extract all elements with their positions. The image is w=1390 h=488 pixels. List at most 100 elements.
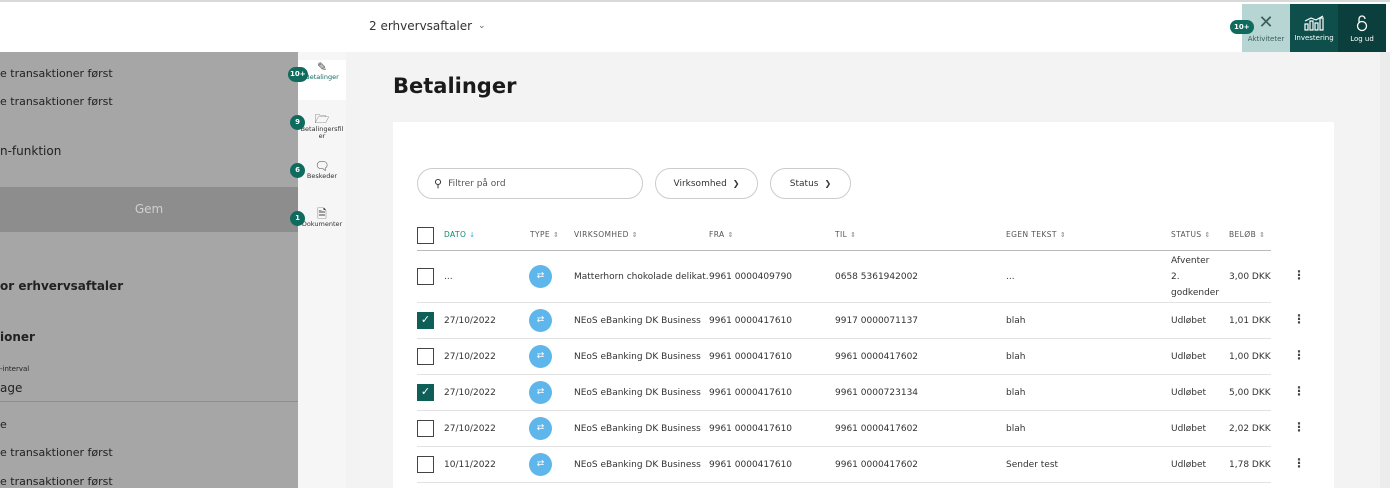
settings-line[interactable]: e [0, 418, 7, 431]
section-heading: ioner [0, 330, 35, 344]
rail-item-documents[interactable]: 🗎 Dokumenter [298, 207, 346, 237]
more-options-icon[interactable]: ⋮ [1293, 384, 1305, 398]
settings-line[interactable]: e transaktioner først [0, 446, 113, 459]
cell-date: 10/11/2022 [444, 460, 496, 470]
cell-to: 9961 0000417602 [835, 352, 919, 362]
cell-own-text: blah [1006, 352, 1026, 362]
settings-line[interactable]: e transaktioner først [0, 95, 113, 108]
section-heading: or erhvervsaftaler [0, 279, 124, 293]
row-checkbox[interactable]: ✓ [417, 312, 434, 329]
header-type[interactable]: TYPE ⇕ [530, 230, 559, 239]
divider [0, 401, 298, 402]
cell-company: NEoS eBanking DK Business [574, 424, 701, 434]
top-actions: 10+ ✕ Aktiviteter Investering Log ud [1230, 4, 1386, 52]
more-options-icon[interactable]: ⋮ [1293, 268, 1305, 282]
header-company[interactable]: VIRKSOMHED ⇕ [574, 230, 638, 239]
cell-status: Udløbet [1171, 460, 1207, 470]
cell-status: Udløbet [1171, 424, 1207, 434]
cell-own-text: blah [1006, 316, 1026, 326]
header-amount[interactable]: BELØB ⇕ [1229, 230, 1265, 239]
sort-icon: ⇕ [1204, 231, 1211, 239]
table-row[interactable]: 10/11/2022 ⇄ NEoS eBanking DK Business 9… [417, 447, 1305, 483]
logout-button[interactable]: Log ud [1338, 4, 1386, 52]
cell-to: 9917 0000071137 [835, 316, 919, 326]
page-scrollbar[interactable] [1380, 52, 1390, 488]
more-options-icon[interactable]: ⋮ [1293, 420, 1305, 434]
more-options-icon[interactable]: ⋮ [1293, 456, 1305, 470]
cell-date: 27/10/2022 [444, 352, 496, 362]
investing-button[interactable]: Investering [1290, 4, 1338, 52]
header-date[interactable]: DATO ↓ [444, 230, 476, 239]
cell-amount: 5,00 DKK [1229, 388, 1271, 398]
transfer-icon: ⇄ [529, 453, 552, 476]
top-bar: 2 erhvervsaftaler ⌄ 10+ ✕ Aktiviteter In… [0, 0, 1390, 52]
header-to[interactable]: TIL ⇕ [835, 230, 856, 239]
activities-badge: 10+ [1230, 20, 1254, 34]
transfer-icon: ⇄ [529, 381, 552, 404]
activities-button[interactable]: 10+ ✕ Aktiviteter [1230, 4, 1290, 52]
row-checkbox[interactable] [417, 268, 434, 285]
sort-icon: ⇕ [553, 231, 560, 239]
table-row[interactable]: 27/10/2022 ⇄ NEoS eBanking DK Business 9… [417, 411, 1305, 447]
side-rail: ✎ Betalinger 10+ 🗁 Betalingersfil er 9 🗨… [288, 52, 346, 488]
select-all-checkbox[interactable] [417, 227, 434, 244]
messages-badge: 6 [290, 163, 305, 178]
header-from[interactable]: FRA ⇕ [709, 230, 734, 239]
cell-own-text: blah [1006, 388, 1026, 398]
interval-value[interactable]: age [0, 381, 22, 395]
row-checkbox[interactable] [417, 456, 434, 473]
cell-from: 9961 0000417610 [709, 352, 793, 362]
settings-panel: e transaktioner først e transaktioner fø… [0, 52, 298, 488]
interval-label: -interval [0, 365, 30, 373]
cell-amount: 1,78 DKK [1229, 460, 1271, 470]
logout-label: Log ud [1350, 34, 1374, 43]
status-line: Afventer [1171, 256, 1210, 266]
payments-card: ⚲ Filtrer på ord Virksomhed ❯ Status ❯ D… [393, 122, 1334, 488]
cell-status: Udløbet [1171, 352, 1207, 362]
agreement-selector[interactable]: 2 erhvervsaftaler ⌄ [369, 19, 486, 33]
transfer-icon: ⇄ [529, 417, 552, 440]
cell-from: 9961 0000417610 [709, 424, 793, 434]
cell-to: 9961 0000723134 [835, 388, 919, 398]
status-filter-label: Status [789, 178, 819, 189]
header-own-text[interactable]: EGEN TEKST ⇕ [1006, 230, 1066, 239]
row-checkbox[interactable]: ✓ [417, 384, 434, 401]
page-title: Betalinger [393, 74, 517, 98]
cell-amount: 1,00 DKK [1229, 352, 1271, 362]
chevron-down-icon: ⌄ [478, 21, 486, 31]
row-checkbox[interactable] [417, 348, 434, 365]
company-filter[interactable]: Virksomhed ❯ [655, 168, 758, 199]
cell-to: 9961 0000417602 [835, 424, 919, 434]
row-checkbox[interactable] [417, 420, 434, 437]
sort-icon: ⇕ [631, 231, 639, 239]
table-row[interactable]: ✓ 27/10/2022 ⇄ NEoS eBanking DK Business… [417, 303, 1305, 339]
sort-icon: ⇕ [1259, 231, 1266, 239]
header-status[interactable]: STATUS ⇕ [1171, 230, 1211, 239]
cell-from: 9961 0000409790 [709, 272, 793, 282]
settings-line[interactable]: n-funktion [0, 144, 61, 158]
cell-company: NEoS eBanking DK Business [574, 388, 701, 398]
documents-badge: 1 [290, 211, 305, 226]
cell-from: 9961 0000417610 [709, 388, 793, 398]
table-row[interactable]: 27/10/2022 ⇄ NEoS eBanking DK Business 9… [417, 339, 1305, 375]
search-input[interactable]: ⚲ Filtrer på ord [417, 168, 643, 199]
table-row[interactable]: ... ⇄ Matterhorn chokolade delikat... 99… [417, 251, 1305, 303]
settings-line[interactable]: e transaktioner først [0, 475, 113, 488]
company-filter-label: Virksomhed [673, 178, 727, 189]
activities-label: Aktiviteter [1247, 34, 1285, 43]
save-button[interactable]: Gem [0, 187, 298, 232]
cell-from: 9961 0000417610 [709, 316, 793, 326]
document-icon: 🗎 [317, 207, 327, 221]
more-options-icon[interactable]: ⋮ [1293, 348, 1305, 362]
rail-item-payment-files[interactable]: 🗁 Betalingersfil er [298, 112, 346, 148]
status-line: 2. [1171, 272, 1180, 282]
table-row[interactable]: ✓ 27/10/2022 ⇄ NEoS eBanking DK Business… [417, 375, 1305, 411]
close-icon: ✕ [1258, 11, 1274, 33]
cell-from: 9961 0000417610 [709, 460, 793, 470]
cell-amount: 2,02 DKK [1229, 424, 1271, 434]
rail-item-messages[interactable]: 🗨 Beskeder [298, 159, 346, 189]
settings-line[interactable]: e transaktioner først [0, 67, 113, 80]
more-options-icon[interactable]: ⋮ [1293, 312, 1305, 326]
transfer-icon: ⇄ [529, 345, 552, 368]
status-filter[interactable]: Status ❯ [770, 168, 851, 199]
